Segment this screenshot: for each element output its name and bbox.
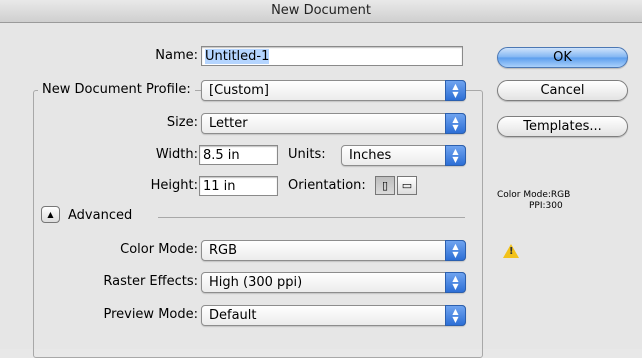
dialog-content: Name: Untitled-1 New Document Profile: [… [0,23,642,358]
raster-effects-popup[interactable]: High (300 ppi) ▲ ▼ [201,272,466,293]
name-label: Name: [155,48,198,63]
profile-popup-value: [Custom] [209,83,269,98]
portrait-icon[interactable]: ▯ [375,176,395,195]
width-field-value: 8.5 in [203,148,240,163]
advanced-disclosure-icon[interactable]: ▲ [41,206,60,223]
popup-arrows-icon: ▲ ▼ [445,80,466,101]
orientation-label: Orientation: [288,178,366,193]
advanced-separator [158,217,465,218]
units-label: Units: [288,147,326,162]
name-field-value: Untitled-1 [205,49,270,64]
name-field[interactable]: Untitled-1 [201,46,463,66]
units-popup[interactable]: Inches ▲ ▼ [341,145,466,166]
color-mode-label: Color Mode: [120,242,198,257]
size-popup-value: Letter [209,116,248,131]
preview-mode-popup[interactable]: Default ▲ ▼ [201,305,466,326]
ok-button[interactable]: OK [497,47,628,68]
landscape-icon[interactable]: ▭ [397,176,417,195]
profile-label: New Document Profile: [38,82,195,97]
height-field-value: 11 in [203,179,236,194]
preview-mode-label: Preview Mode: [103,307,198,322]
height-label: Height: [150,178,198,193]
color-mode-popup-value: RGB [209,243,238,258]
raster-effects-popup-value: High (300 ppi) [209,275,303,290]
summary-ppi: PPI:300 [529,201,563,211]
window-title: New Document [0,0,642,23]
units-popup-value: Inches [349,148,392,163]
size-popup[interactable]: Letter ▲ ▼ [201,113,466,134]
width-field[interactable]: 8.5 in [199,145,278,165]
cancel-button[interactable]: Cancel [497,80,628,101]
popup-arrows-icon: ▲ ▼ [445,272,466,293]
raster-effects-label: Raster Effects: [103,274,198,289]
size-label: Size: [166,115,198,130]
popup-arrows-icon: ▲ ▼ [445,240,466,261]
preview-mode-popup-value: Default [209,308,257,323]
popup-arrows-icon: ▲ ▼ [445,113,466,134]
color-mode-popup[interactable]: RGB ▲ ▼ [201,240,466,261]
summary-color-mode: Color Mode:RGB [497,190,571,200]
height-field[interactable]: 11 in [199,176,278,196]
document-summary: Color Mode:RGB PPI:300 [497,190,570,212]
popup-arrows-icon: ▲ ▼ [445,145,466,166]
warning-icon: ! [503,244,519,258]
width-label: Width: [155,147,198,162]
popup-arrows-icon: ▲ ▼ [445,305,466,326]
templates-button[interactable]: Templates... [497,116,628,137]
profile-popup[interactable]: [Custom] ▲ ▼ [201,80,466,101]
advanced-label: Advanced [68,208,133,223]
